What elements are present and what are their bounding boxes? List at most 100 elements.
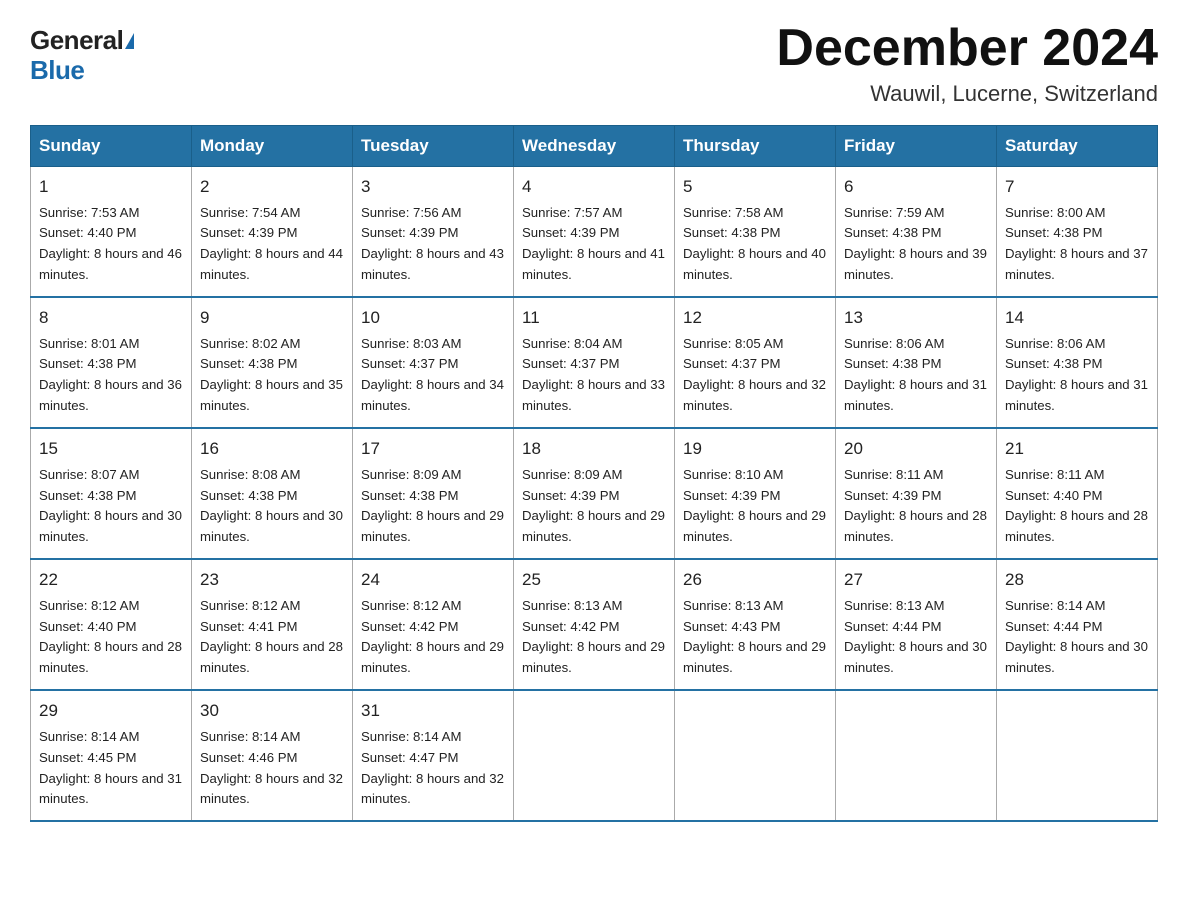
calendar-cell: 17 Sunrise: 8:09 AMSunset: 4:38 PMDayligh… (353, 428, 514, 559)
day-info: Sunrise: 8:13 AMSunset: 4:42 PMDaylight:… (522, 598, 665, 676)
calendar-cell: 6Sunrise: 7:59 AMSunset: 4:38 PMDaylight… (836, 167, 997, 298)
week-row-4: 22Sunrise: 8:12 AMSunset: 4:40 PMDayligh… (31, 559, 1158, 690)
header-thursday: Thursday (675, 126, 836, 167)
day-info: Sunrise: 7:59 AMSunset: 4:38 PMDaylight:… (844, 205, 987, 283)
day-number: 19 (683, 436, 827, 462)
day-info: Sunrise: 8:12 AMSunset: 4:42 PMDaylight:… (361, 598, 504, 676)
day-number: 15 (39, 436, 183, 462)
day-info: Sunrise: 8:03 AMSunset: 4:37 PMDaylight:… (361, 336, 504, 414)
day-number: 18 (522, 436, 666, 462)
day-number: 31 (361, 698, 505, 724)
day-info: Sunrise: 8:13 AMSunset: 4:43 PMDaylight:… (683, 598, 826, 676)
day-info: Sunrise: 7:56 AMSunset: 4:39 PMDaylight:… (361, 205, 504, 283)
day-number: 3 (361, 174, 505, 200)
calendar-cell: 19 Sunrise: 8:10 AMSunset: 4:39 PMDayligh… (675, 428, 836, 559)
day-number: 30 (200, 698, 344, 724)
day-number: 21 (1005, 436, 1149, 462)
calendar-cell: 3 Sunrise: 7:56 AMSunset: 4:39 PMDaylight… (353, 167, 514, 298)
day-info: Sunrise: 8:06 AMSunset: 4:38 PMDaylight:… (1005, 336, 1148, 414)
day-number: 10 (361, 305, 505, 331)
calendar-cell: 25 Sunrise: 8:13 AMSunset: 4:42 PMDayligh… (514, 559, 675, 690)
calendar-cell: 20Sunrise: 8:11 AMSunset: 4:39 PMDayligh… (836, 428, 997, 559)
day-info: Sunrise: 8:14 AMSunset: 4:47 PMDaylight:… (361, 729, 504, 807)
day-info: Sunrise: 8:13 AMSunset: 4:44 PMDaylight:… (844, 598, 987, 676)
logo-triangle-icon (125, 33, 134, 49)
calendar-cell: 9 Sunrise: 8:02 AMSunset: 4:38 PMDaylight… (192, 297, 353, 428)
header-sunday: Sunday (31, 126, 192, 167)
calendar-cell: 18 Sunrise: 8:09 AMSunset: 4:39 PMDayligh… (514, 428, 675, 559)
day-number: 12 (683, 305, 827, 331)
calendar-cell: 7 Sunrise: 8:00 AMSunset: 4:38 PMDaylight… (997, 167, 1158, 298)
calendar-cell (675, 690, 836, 821)
calendar-cell: 28Sunrise: 8:14 AMSunset: 4:44 PMDayligh… (997, 559, 1158, 690)
calendar-cell: 10 Sunrise: 8:03 AMSunset: 4:37 PMDayligh… (353, 297, 514, 428)
header-monday: Monday (192, 126, 353, 167)
calendar-cell: 27 Sunrise: 8:13 AMSunset: 4:44 PMDayligh… (836, 559, 997, 690)
header-tuesday: Tuesday (353, 126, 514, 167)
day-number: 14 (1005, 305, 1149, 331)
calendar-cell: 11 Sunrise: 8:04 AMSunset: 4:37 PMDayligh… (514, 297, 675, 428)
calendar-cell: 21 Sunrise: 8:11 AMSunset: 4:40 PMDayligh… (997, 428, 1158, 559)
week-row-2: 8Sunrise: 8:01 AMSunset: 4:38 PMDaylight… (31, 297, 1158, 428)
calendar-cell (514, 690, 675, 821)
header-wednesday: Wednesday (514, 126, 675, 167)
header-saturday: Saturday (997, 126, 1158, 167)
week-row-5: 29 Sunrise: 8:14 AMSunset: 4:45 PMDayligh… (31, 690, 1158, 821)
day-info: Sunrise: 8:02 AMSunset: 4:38 PMDaylight:… (200, 336, 343, 414)
day-number: 17 (361, 436, 505, 462)
day-number: 8 (39, 305, 183, 331)
calendar-cell: 29 Sunrise: 8:14 AMSunset: 4:45 PMDayligh… (31, 690, 192, 821)
day-number: 29 (39, 698, 183, 724)
calendar-cell: 13 Sunrise: 8:06 AMSunset: 4:38 PMDayligh… (836, 297, 997, 428)
calendar-cell (836, 690, 997, 821)
calendar-table: SundayMondayTuesdayWednesdayThursdayFrid… (30, 125, 1158, 822)
day-number: 5 (683, 174, 827, 200)
calendar-cell: 8Sunrise: 8:01 AMSunset: 4:38 PMDaylight… (31, 297, 192, 428)
calendar-cell: 1 Sunrise: 7:53 AMSunset: 4:40 PMDaylight… (31, 167, 192, 298)
logo-general: General (30, 25, 123, 55)
calendar-cell: 14 Sunrise: 8:06 AMSunset: 4:38 PMDayligh… (997, 297, 1158, 428)
day-info: Sunrise: 8:10 AMSunset: 4:39 PMDaylight:… (683, 467, 826, 545)
day-info: Sunrise: 8:09 AMSunset: 4:39 PMDaylight:… (522, 467, 665, 545)
day-info: Sunrise: 8:12 AMSunset: 4:41 PMDaylight:… (200, 598, 343, 676)
day-info: Sunrise: 8:04 AMSunset: 4:37 PMDaylight:… (522, 336, 665, 414)
day-info: Sunrise: 8:14 AMSunset: 4:45 PMDaylight:… (39, 729, 182, 807)
day-info: Sunrise: 7:54 AMSunset: 4:39 PMDaylight:… (200, 205, 343, 283)
day-number: 27 (844, 567, 988, 593)
day-info: Sunrise: 8:05 AMSunset: 4:37 PMDaylight:… (683, 336, 826, 414)
day-number: 13 (844, 305, 988, 331)
day-info: Sunrise: 8:14 AMSunset: 4:44 PMDaylight:… (1005, 598, 1148, 676)
week-row-3: 15Sunrise: 8:07 AMSunset: 4:38 PMDayligh… (31, 428, 1158, 559)
day-number: 25 (522, 567, 666, 593)
day-info: Sunrise: 8:06 AMSunset: 4:38 PMDaylight:… (844, 336, 987, 414)
day-number: 9 (200, 305, 344, 331)
day-number: 11 (522, 305, 666, 331)
calendar-header-row: SundayMondayTuesdayWednesdayThursdayFrid… (31, 126, 1158, 167)
day-info: Sunrise: 7:58 AMSunset: 4:38 PMDaylight:… (683, 205, 826, 283)
calendar-cell: 23Sunrise: 8:12 AMSunset: 4:41 PMDayligh… (192, 559, 353, 690)
calendar-cell: 4Sunrise: 7:57 AMSunset: 4:39 PMDaylight… (514, 167, 675, 298)
month-title: December 2024 (776, 20, 1158, 77)
day-info: Sunrise: 8:09 AMSunset: 4:38 PMDaylight:… (361, 467, 504, 545)
day-info: Sunrise: 7:53 AMSunset: 4:40 PMDaylight:… (39, 205, 182, 283)
location-title: Wauwil, Lucerne, Switzerland (776, 81, 1158, 107)
calendar-cell: 31 Sunrise: 8:14 AMSunset: 4:47 PMDayligh… (353, 690, 514, 821)
title-block: December 2024 Wauwil, Lucerne, Switzerla… (776, 20, 1158, 107)
calendar-cell: 12 Sunrise: 8:05 AMSunset: 4:37 PMDayligh… (675, 297, 836, 428)
calendar-cell: 26 Sunrise: 8:13 AMSunset: 4:43 PMDayligh… (675, 559, 836, 690)
day-number: 7 (1005, 174, 1149, 200)
day-number: 1 (39, 174, 183, 200)
calendar-cell: 2Sunrise: 7:54 AMSunset: 4:39 PMDaylight… (192, 167, 353, 298)
page-header: General Blue December 2024 Wauwil, Lucer… (30, 20, 1158, 107)
day-info: Sunrise: 8:00 AMSunset: 4:38 PMDaylight:… (1005, 205, 1148, 283)
calendar-cell: 15Sunrise: 8:07 AMSunset: 4:38 PMDayligh… (31, 428, 192, 559)
logo: General Blue (30, 20, 134, 86)
calendar-cell: 22Sunrise: 8:12 AMSunset: 4:40 PMDayligh… (31, 559, 192, 690)
day-number: 26 (683, 567, 827, 593)
day-info: Sunrise: 8:11 AMSunset: 4:39 PMDaylight:… (844, 467, 987, 545)
day-info: Sunrise: 8:11 AMSunset: 4:40 PMDaylight:… (1005, 467, 1148, 545)
day-info: Sunrise: 8:14 AMSunset: 4:46 PMDaylight:… (200, 729, 343, 807)
calendar-cell: 16Sunrise: 8:08 AMSunset: 4:38 PMDayligh… (192, 428, 353, 559)
day-number: 4 (522, 174, 666, 200)
calendar-cell: 5 Sunrise: 7:58 AMSunset: 4:38 PMDaylight… (675, 167, 836, 298)
